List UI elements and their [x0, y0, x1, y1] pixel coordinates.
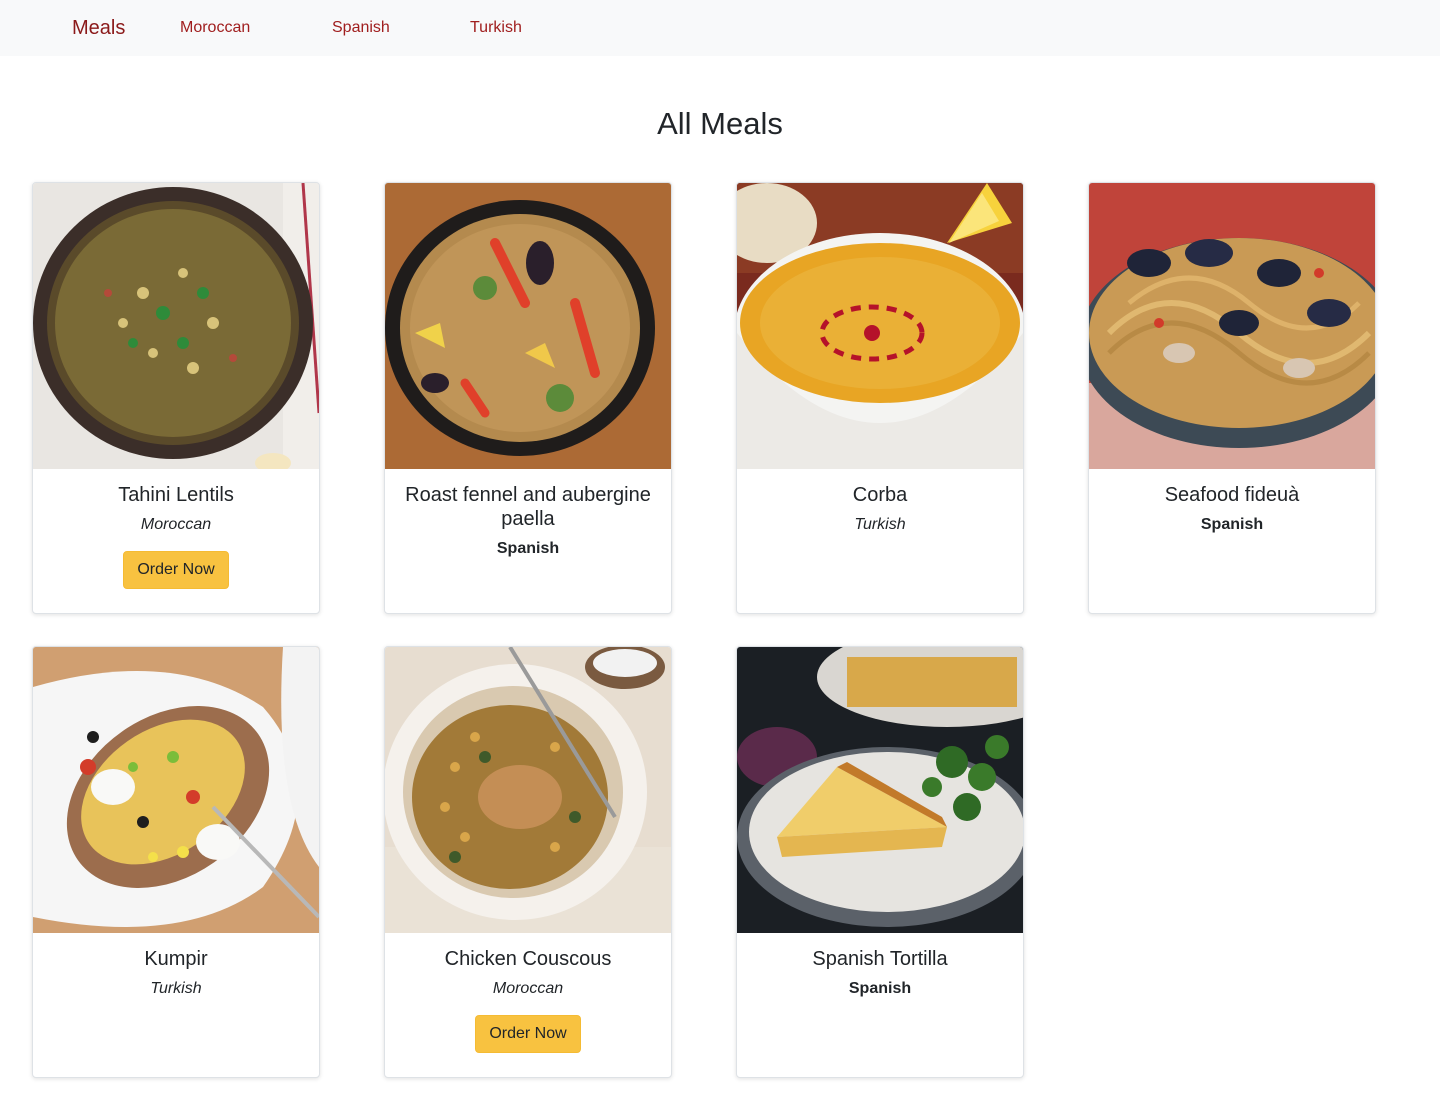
- brand-link[interactable]: Meals: [72, 16, 125, 40]
- meal-image[interactable]: [33, 183, 319, 469]
- meal-card-tahini-lentils[interactable]: Tahini Lentils Moroccan Order Now: [32, 182, 320, 614]
- meal-name: Chicken Couscous: [444, 948, 612, 970]
- meal-area: Turkish: [854, 516, 906, 533]
- meal-name: Roast fennel and aubergine paella: [405, 484, 651, 530]
- meal-area: Moroccan: [140, 516, 212, 533]
- meal-image[interactable]: [33, 647, 319, 933]
- meal-image[interactable]: [737, 183, 1023, 469]
- meal-name: Corba: [852, 484, 908, 506]
- meal-image[interactable]: [385, 183, 671, 469]
- baked-potato-image: [33, 647, 319, 933]
- meal-name: Seafood fideuà: [1164, 484, 1300, 506]
- couscous-image: [385, 647, 671, 933]
- meal-name: Kumpir: [144, 948, 208, 970]
- meal-area: Turkish: [150, 980, 202, 997]
- meal-area: Spanish: [1200, 516, 1264, 533]
- meal-card-corba[interactable]: Corba Turkish: [736, 182, 1024, 614]
- meal-name: Spanish Tortilla: [812, 948, 948, 970]
- order-now-button[interactable]: Order Now: [475, 1015, 581, 1053]
- nav-link-moroccan[interactable]: Moroccan: [180, 19, 250, 37]
- meal-area: Spanish: [848, 980, 912, 997]
- meal-image[interactable]: [1089, 183, 1375, 469]
- meal-card-spanish-tortilla[interactable]: Spanish Tortilla Spanish: [736, 646, 1024, 1078]
- meal-card-paella[interactable]: Roast fennel and aubergine paella Spanis…: [384, 182, 672, 614]
- lentil-dish-image: [33, 183, 319, 469]
- meal-area: Spanish: [496, 540, 560, 557]
- paella-image: [385, 183, 671, 469]
- meal-name: Tahini Lentils: [118, 484, 234, 506]
- meal-image[interactable]: [737, 647, 1023, 933]
- meal-card-seafood-fideua[interactable]: Seafood fideuà Spanish: [1088, 182, 1376, 614]
- soup-image: [737, 183, 1023, 469]
- nav-link-turkish[interactable]: Turkish: [470, 19, 522, 37]
- tortilla-image: [737, 647, 1023, 933]
- top-navbar: Meals Moroccan Spanish Turkish: [0, 0, 1440, 56]
- page-title: All Meals: [657, 106, 783, 141]
- nav-link-spanish[interactable]: Spanish: [332, 19, 390, 37]
- meal-card-kumpir[interactable]: Kumpir Turkish: [32, 646, 320, 1078]
- meal-image[interactable]: [385, 647, 671, 933]
- meal-area: Moroccan: [492, 980, 564, 997]
- seafood-noodles-image: [1089, 183, 1375, 469]
- meal-card-chicken-couscous[interactable]: Chicken Couscous Moroccan Order Now: [384, 646, 672, 1078]
- order-now-button[interactable]: Order Now: [123, 551, 229, 589]
